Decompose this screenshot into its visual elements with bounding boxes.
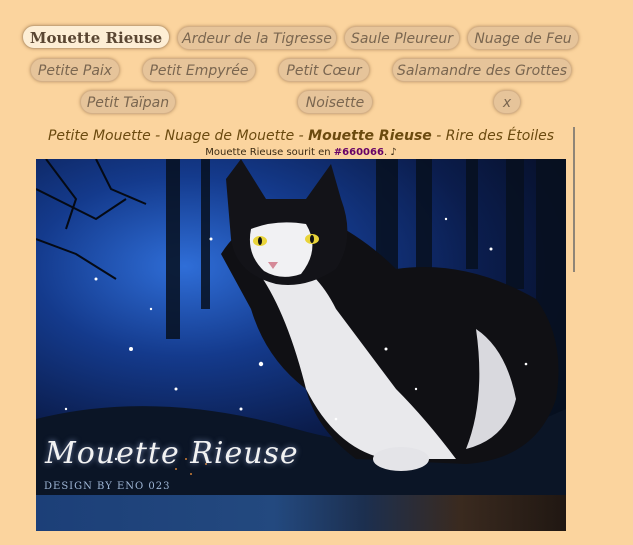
lineage-name-4: Rire des Étoiles <box>445 128 555 144</box>
banner-signature: Mouette Rieuse <box>45 436 299 471</box>
lineage-current-name: Mouette Rieuse <box>308 128 432 144</box>
mood-line: Mouette Rieuse sourit en #660066. ♪ <box>36 147 566 158</box>
lineage-name-1: Petite Mouette <box>47 128 151 144</box>
mood-color-code: #660066 <box>333 147 384 158</box>
tab-nuage-de-feu[interactable]: Nuage de Feu <box>467 26 579 50</box>
tab-salamandre-des-grottes[interactable]: Salamandre des Grottes <box>392 58 572 82</box>
mood-suffix: . ♪ <box>383 147 397 158</box>
tab-petit-coeur[interactable]: Petit Cœur <box>278 58 370 82</box>
tab-saule-pleureur[interactable]: Saule Pleureur <box>344 26 460 50</box>
cat-paw <box>373 447 429 471</box>
tab-petit-empyree[interactable]: Petit Empyrée <box>142 58 256 82</box>
lineage-line: Petite Mouette - Nuage de Mouette - Moue… <box>36 128 566 144</box>
tab-noisette[interactable]: Noisette <box>297 90 373 114</box>
banner-bottom-strip <box>36 495 566 531</box>
mood-prefix: Mouette Rieuse sourit en <box>205 147 334 158</box>
tab-close[interactable]: x <box>493 90 521 114</box>
lineage-sep-3: - <box>431 128 446 144</box>
lineage-sep-1: - <box>150 128 165 144</box>
banner-credit: DESIGN BY ENO 023 <box>44 481 171 492</box>
tab-petit-taipan[interactable]: Petit Taïpan <box>80 90 176 114</box>
tab-petite-paix[interactable]: Petite Paix <box>30 58 120 82</box>
tab-ardeur-de-la-tigresse[interactable]: Ardeur de la Tigresse <box>177 26 337 50</box>
branches <box>36 159 147 280</box>
scrollbar[interactable] <box>573 127 575 272</box>
lineage-sep-2: - <box>294 128 309 144</box>
tab-mouette-rieuse[interactable]: Mouette Rieuse <box>22 25 170 49</box>
lineage-name-2: Nuage de Mouette <box>164 128 295 144</box>
